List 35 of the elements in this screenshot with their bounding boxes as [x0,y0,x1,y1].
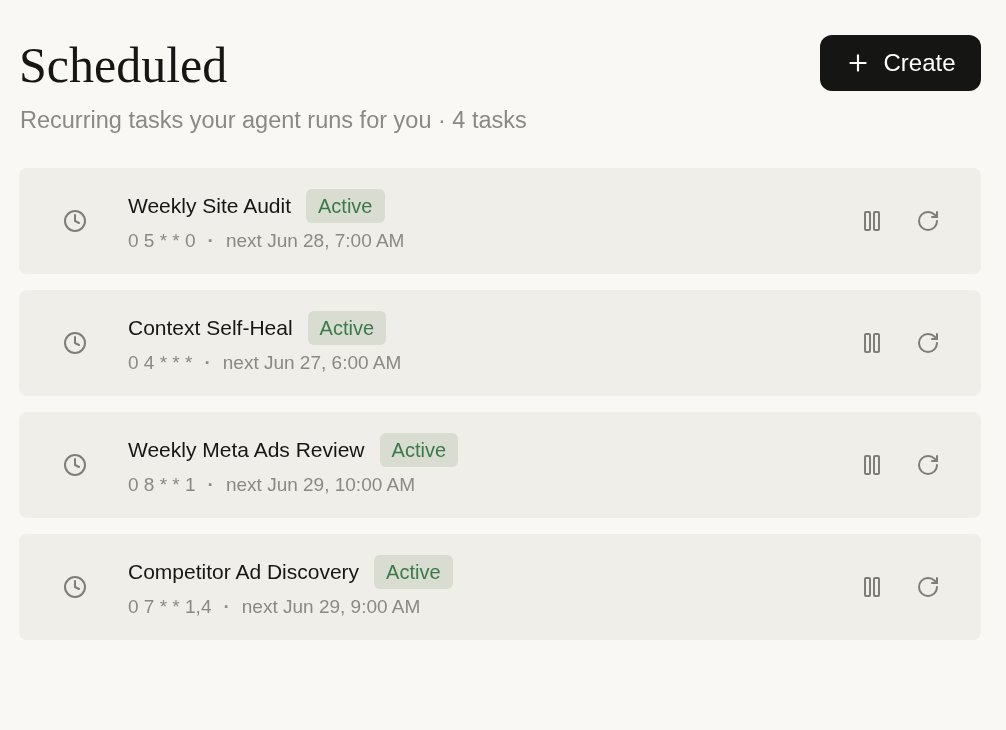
next-run-time: next Jun 27, 6:00 AM [222,351,402,375]
clock-icon [63,575,87,599]
dot-separator: · [207,229,214,253]
rotate-icon [916,209,940,233]
rotate-icon [916,453,940,477]
task-name: Competitor Ad Discovery [128,559,360,585]
status-label: Active [374,555,453,589]
dot-separator: · [223,595,230,619]
clock-icon [63,331,87,355]
clock-icon [63,209,87,233]
rerun-button[interactable] [916,453,940,477]
dot-separator: · [207,473,214,497]
task-name: Weekly Site Audit [128,193,292,219]
rerun-button[interactable] [916,209,940,233]
rerun-button[interactable] [916,331,940,355]
cron-expression: 0 7 * * 1,4 [128,595,212,619]
task-name: Context Self-Heal [128,315,293,341]
page-title: Scheduled [19,36,228,95]
status-label: Active [379,433,458,467]
cron-expression: 0 8 * * 1 [128,473,196,497]
rerun-button[interactable] [916,575,940,599]
cron-expression: 0 4 * * * [128,351,193,375]
next-run-time: next Jun 28, 7:00 AM [225,229,405,253]
next-run-time: next Jun 29, 9:00 AM [241,595,421,619]
next-run-time: next Jun 29, 10:00 AM [225,473,415,497]
clock-icon [63,453,87,477]
dot-separator: · [204,351,211,375]
cron-expression: 0 5 * * 0 [128,229,196,253]
create-button[interactable]: Create [820,35,981,91]
rotate-icon [916,331,940,355]
task-name: Weekly Meta Ads Review [128,437,365,463]
status-label: Active [307,311,387,345]
status-label: Active [306,189,385,223]
rotate-icon [916,575,940,599]
page-subtitle: Recurring tasks your agent runs for you · 4 tasks [19,106,527,135]
